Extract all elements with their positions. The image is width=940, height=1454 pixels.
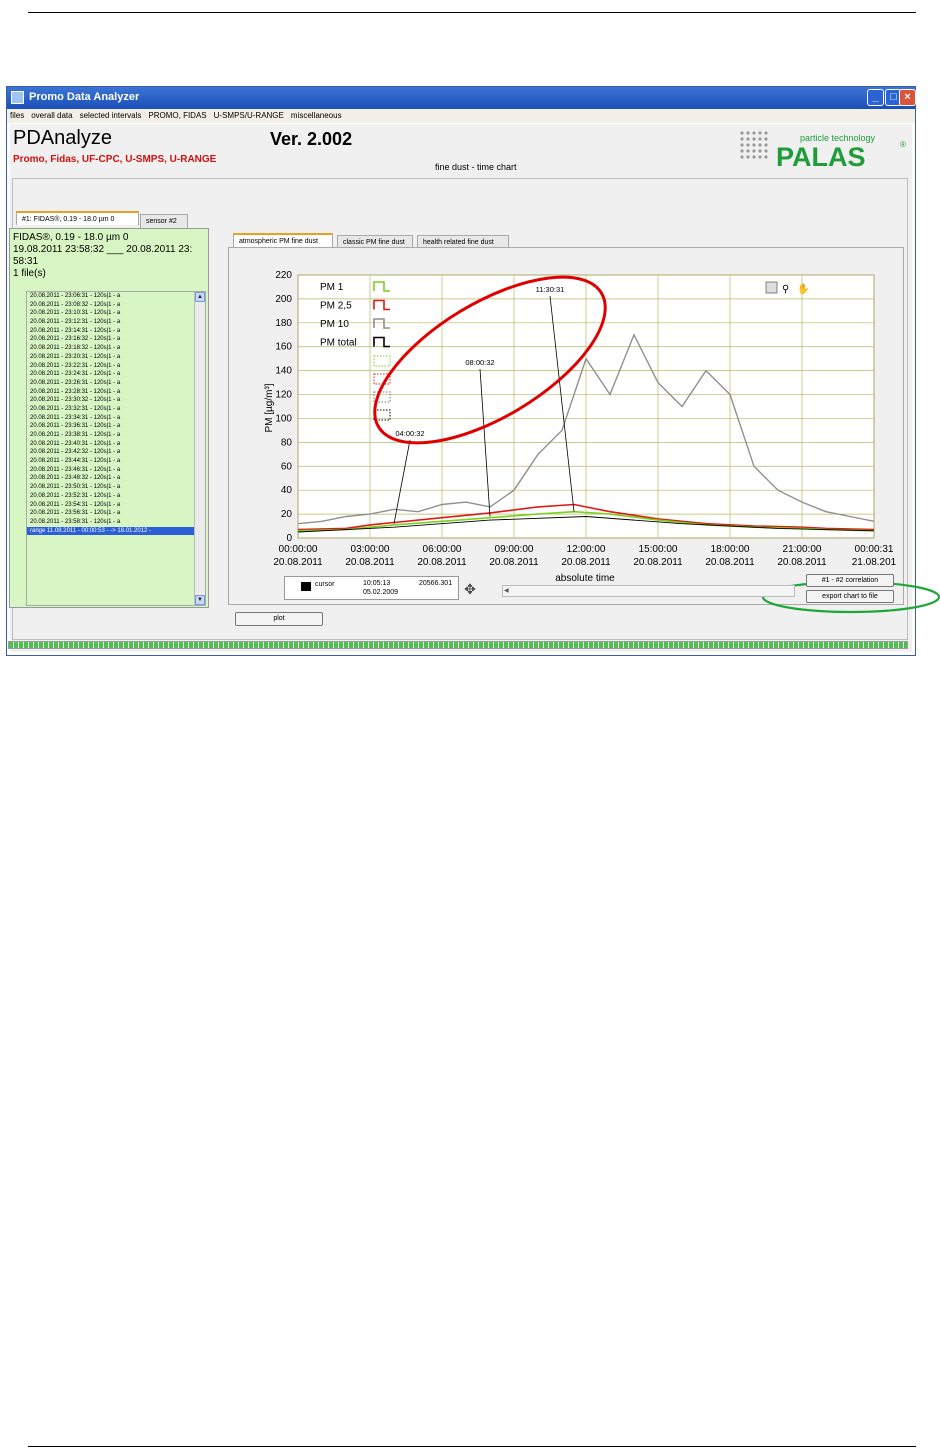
x-tick-time: 09:00:00 (495, 544, 534, 555)
cursor-date: 05.02.2009 (363, 589, 399, 596)
x-tick-time: 06:00:00 (423, 544, 462, 555)
x-tick-time: 00:00:31 (855, 544, 894, 555)
x-axis-label: absolute time (555, 573, 615, 584)
x-tick-date: 20.08.2011 (777, 557, 827, 568)
x-tick-date: 20.08.2011 (489, 557, 539, 568)
cursor-legend: cursor 10:05:13 05.02.2009 20566.301 (284, 576, 459, 600)
cursor-move-icon[interactable]: ✥ (462, 581, 478, 597)
y-tick-label: 140 (275, 366, 292, 377)
cursor-value: 20566.301 (419, 580, 453, 587)
chart-grid (297, 274, 875, 539)
export-chart-button[interactable]: export chart to file (806, 590, 894, 603)
x-tick-date: 20.08.2011 (633, 557, 683, 568)
cursor-time: 10:05:13 (363, 580, 391, 587)
annotation-label: 11:30:31 (536, 285, 565, 294)
legend-label-pm10: PM 10 (320, 319, 349, 330)
annotation-label: 08:00:32 (465, 358, 494, 367)
cursor-label: cursor (315, 581, 335, 588)
status-progress-bar (8, 641, 908, 649)
y-tick-label: 0 (286, 533, 292, 544)
scroll-left-icon[interactable]: ◀ (504, 587, 513, 595)
y-tick-label: 200 (275, 294, 292, 305)
y-tick-label: 100 (275, 413, 292, 424)
x-tick-time: 03:00:00 (351, 544, 390, 555)
y-tick-label: 40 (281, 485, 293, 496)
y-axis-label: PM [µg/m³] (264, 383, 275, 432)
legend-label-pm1: PM 1 (320, 282, 344, 293)
pan-tool-icon[interactable]: ✋ (797, 282, 809, 295)
y-tick-label: 20 (281, 509, 293, 520)
cursor-swatch (301, 582, 311, 591)
y-tick-label: 60 (281, 461, 293, 472)
y-tick-label: 180 (275, 318, 292, 329)
x-tick-date: 20.08.2011 (417, 557, 467, 568)
x-tick-date: 21.08.201 (852, 557, 897, 568)
annotation-label: 04:00:32 (395, 429, 424, 438)
x-tick-date: 20.08.2011 (705, 557, 755, 568)
x-tick-time: 12:00:00 (567, 544, 606, 555)
y-tick-label: 160 (275, 342, 292, 353)
zoom-tool-icon[interactable]: ⚲ (782, 284, 789, 295)
crosshair-tool-icon[interactable] (765, 281, 778, 294)
horizontal-scrollbar[interactable]: ◀ (502, 585, 795, 597)
x-tick-time: 15:00:00 (639, 544, 678, 555)
legend-label-pmtotal: PM total (320, 338, 357, 349)
chart-tools[interactable]: ⚲ ✋ (765, 281, 809, 295)
correlation-button[interactable]: #1 - #2 correlation (806, 574, 894, 587)
x-tick-date: 20.08.2011 (345, 557, 395, 568)
y-tick-label: 80 (281, 437, 293, 448)
y-tick-label: 220 (275, 270, 292, 281)
y-tick-label: 120 (275, 390, 292, 401)
pm-chart: 0 20 40 60 80 100 120 140 160 180 200 220 00:00:00 20… (264, 270, 940, 614)
x-tick-time: 21:00:00 (783, 544, 822, 555)
x-tick-time: 18:00:00 (711, 544, 750, 555)
x-tick-time: 00:00:00 (279, 544, 318, 555)
x-tick-date: 20.08.2011 (561, 557, 611, 568)
legend-label-pm25: PM 2,5 (320, 301, 352, 312)
x-tick-date: 20.08.2011 (273, 557, 323, 568)
